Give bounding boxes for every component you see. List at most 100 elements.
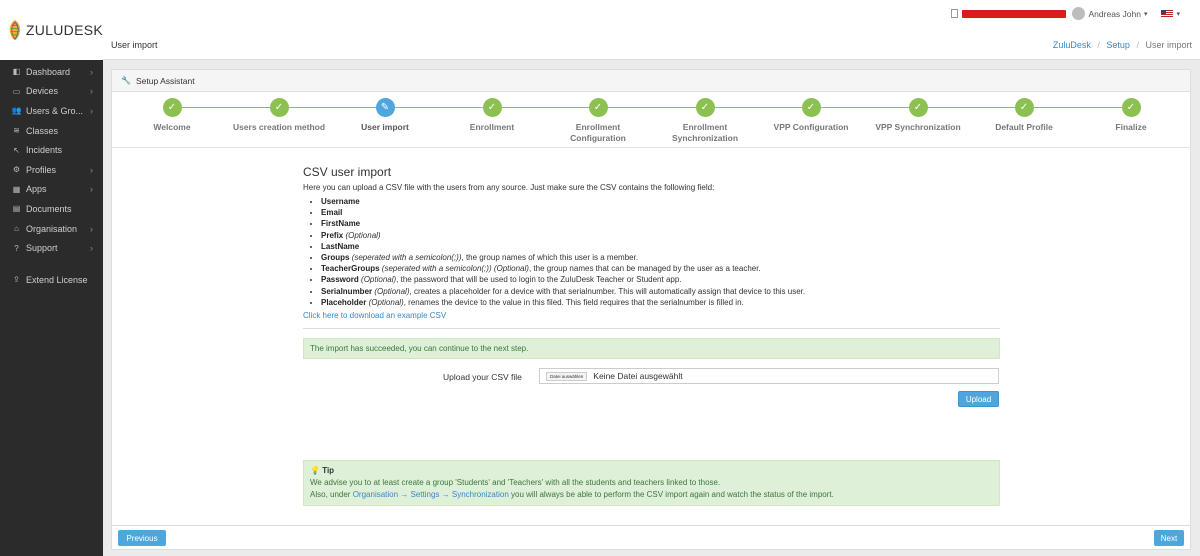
tip-line-2-prefix: Also, under bbox=[310, 490, 353, 499]
sidebar-item-dashboard[interactable]: ◧ Dashboard › bbox=[0, 62, 103, 82]
success-alert: The import has succeeded, you can contin… bbox=[303, 338, 1000, 360]
sidebar-item-profiles[interactable]: ⚙ Profiles › bbox=[0, 160, 103, 180]
csv-field-item: Email bbox=[321, 207, 1000, 218]
upload-button[interactable]: Upload bbox=[958, 391, 999, 408]
file-status: Keine Datei ausgewählt bbox=[593, 371, 683, 382]
devices-icon: ▭ bbox=[12, 86, 21, 96]
wizard-step[interactable]: ✓ Finalize bbox=[1071, 98, 1191, 133]
sidebar-item-extend-license[interactable]: ⇪ Extend License bbox=[0, 270, 103, 290]
sidebar-item-users-gro[interactable]: 👥 Users & Gro... › bbox=[0, 101, 103, 121]
csv-file-input[interactable]: Datei auswählen Keine Datei ausgewählt bbox=[539, 368, 999, 385]
field-name: Email bbox=[321, 208, 343, 218]
next-button[interactable]: Next bbox=[1154, 530, 1184, 546]
zuludesk-logo-icon bbox=[9, 19, 21, 41]
upload-label: Upload your CSV file bbox=[443, 372, 522, 383]
wizard-step-label: Finalize bbox=[1115, 122, 1147, 132]
sidebar-item-devices[interactable]: ▭ Devices › bbox=[0, 82, 103, 102]
sidebar-item-label: Profiles bbox=[26, 164, 57, 175]
sidebar-item-label: Extend License bbox=[26, 274, 88, 285]
csv-field-item: Groups (seperated with a semicolon(;)), … bbox=[321, 252, 1000, 263]
breadcrumb-setup[interactable]: Setup bbox=[1106, 40, 1130, 50]
checkmark-icon: ✓ bbox=[162, 98, 182, 117]
support-icon: ? bbox=[14, 243, 19, 253]
field-description: , the group names that can be managed by… bbox=[528, 264, 761, 274]
csv-field-item: Prefix (Optional) bbox=[321, 230, 1000, 241]
choose-file-button[interactable]: Datei auswählen bbox=[546, 371, 588, 381]
sidebar: ZULUDESK ◧ Dashboard › ▭ Devices › 👥 Users & Gr… bbox=[0, 0, 103, 556]
wizard-step[interactable]: ✎ User import bbox=[325, 98, 445, 133]
chevron-right-icon: › bbox=[90, 86, 93, 97]
sidebar-item-organisation[interactable]: ⌂ Organisation › bbox=[0, 219, 103, 239]
us-flag-icon[interactable] bbox=[1161, 9, 1174, 18]
field-name: Groups bbox=[321, 253, 350, 263]
dashboard-icon: ◧ bbox=[12, 67, 21, 77]
breadcrumb-zuludesk[interactable]: ZuluDesk bbox=[1053, 40, 1091, 50]
panel-footer: Previous Next bbox=[112, 525, 1190, 549]
field-note: (Optional) bbox=[368, 297, 404, 307]
tip-box: 💡 Tip We advise you to at least create a… bbox=[303, 460, 1000, 506]
wizard-step[interactable]: ✓ Default Profile bbox=[964, 98, 1084, 133]
section-title: CSV user import bbox=[303, 165, 392, 179]
field-name: TeacherGroups bbox=[321, 264, 380, 274]
setup-wizard-steps: ✓ Welcome ✓ Users creation method ✎ User impo… bbox=[112, 92, 1190, 148]
field-description: , creates a placeholder for a device wit… bbox=[409, 286, 806, 296]
csv-field-item: Password (Optional), the password that w… bbox=[321, 274, 1000, 285]
wizard-step[interactable]: ✓ VPP Synchronization bbox=[858, 98, 978, 133]
topbar: Andreas John ▾ ▾ bbox=[103, 0, 1200, 30]
sidebar-item-incidents[interactable]: ↖ Incidents bbox=[0, 140, 103, 160]
field-note: (Optional) bbox=[361, 275, 397, 285]
previous-button[interactable]: Previous bbox=[118, 530, 166, 546]
wizard-step-label: Default Profile bbox=[995, 122, 1053, 132]
wizard-step-label: Users creation method bbox=[232, 122, 326, 132]
redacted-info bbox=[961, 9, 1066, 18]
user-menu[interactable]: Andreas John ▾ ▾ bbox=[950, 7, 1180, 20]
brand-name: ZULUDESK bbox=[25, 22, 103, 38]
sidebar-item-apps[interactable]: ▦ Apps › bbox=[0, 180, 103, 200]
sidebar-item-label: Support bbox=[26, 243, 58, 254]
wizard-step[interactable]: ✓ Welcome bbox=[112, 98, 232, 133]
wizard-step[interactable]: ✓ Users creation method bbox=[219, 98, 339, 133]
chevron-right-icon: › bbox=[90, 243, 93, 254]
field-note: (Optional) bbox=[345, 230, 381, 240]
organisation-icon: ⌂ bbox=[14, 224, 19, 234]
wizard-step[interactable]: ✓ Enrollment bbox=[432, 98, 552, 133]
field-name: Username bbox=[321, 197, 360, 206]
sidebar-item-label: Users & Gro... bbox=[26, 105, 84, 116]
wrench-icon: 🔧 bbox=[121, 76, 131, 85]
wizard-step-label: User import bbox=[361, 122, 409, 132]
csv-field-item: Placeholder (Optional), renames the devi… bbox=[321, 297, 1000, 308]
upload-icon: ⇪ bbox=[13, 275, 20, 285]
sidebar-item-documents[interactable]: ▤ Documents bbox=[0, 199, 103, 219]
user-name[interactable]: Andreas John bbox=[1089, 9, 1141, 19]
wizard-step[interactable]: ✓ VPP Configuration bbox=[751, 98, 871, 133]
breadcrumb-separator: / bbox=[1136, 40, 1139, 50]
csv-field-list: UsernameEmailFirstNamePrefix (Optional)L… bbox=[303, 196, 1000, 308]
panel-title: Setup Assistant bbox=[135, 75, 195, 86]
wizard-step[interactable]: ✓ Enrollment Configuration bbox=[538, 98, 658, 144]
wizard-step[interactable]: ✓ Enrollment Synchronization bbox=[645, 98, 765, 144]
download-example-csv-link[interactable]: Click here to download an example CSV bbox=[303, 311, 1000, 320]
wizard-step-label: Enrollment bbox=[469, 122, 515, 132]
chevron-down-icon: ▾ bbox=[1143, 10, 1148, 18]
sidebar-item-support[interactable]: ? Support › bbox=[0, 238, 103, 258]
tip-line-2: Also, under Organisation → Settings → Sy… bbox=[310, 489, 993, 501]
avatar[interactable] bbox=[1071, 7, 1085, 20]
setup-assistant-panel: 🔧 Setup Assistant ✓ Welcome ✓ Users creatio… bbox=[111, 69, 1191, 550]
field-note: (seperated with a semicolon(;)) (Optiona… bbox=[381, 264, 529, 274]
logo[interactable]: ZULUDESK bbox=[0, 0, 103, 60]
csv-field-item: Serialnumber (Optional), creates a place… bbox=[321, 286, 1000, 297]
csv-import-section: CSV user import Here you can upload a CS… bbox=[303, 165, 1000, 408]
lightbulb-icon: 💡 bbox=[310, 466, 320, 475]
apps-icon: ▦ bbox=[12, 184, 21, 194]
synchronization-settings-link[interactable]: Organisation → Settings → Synchronizatio… bbox=[353, 490, 509, 499]
field-name: FirstName bbox=[321, 219, 361, 229]
tip-title: Tip bbox=[322, 466, 335, 475]
pencil-icon: ✎ bbox=[375, 98, 395, 117]
wizard-step-label: VPP Configuration bbox=[773, 122, 849, 132]
chevron-right-icon: › bbox=[90, 184, 93, 195]
classes-icon: ≋ bbox=[13, 126, 20, 136]
sidebar-item-classes[interactable]: ≋ Classes bbox=[0, 121, 103, 141]
sidebar-item-label: Dashboard bbox=[26, 66, 71, 77]
checkmark-icon: ✓ bbox=[1121, 98, 1141, 117]
document-icon bbox=[950, 9, 958, 18]
